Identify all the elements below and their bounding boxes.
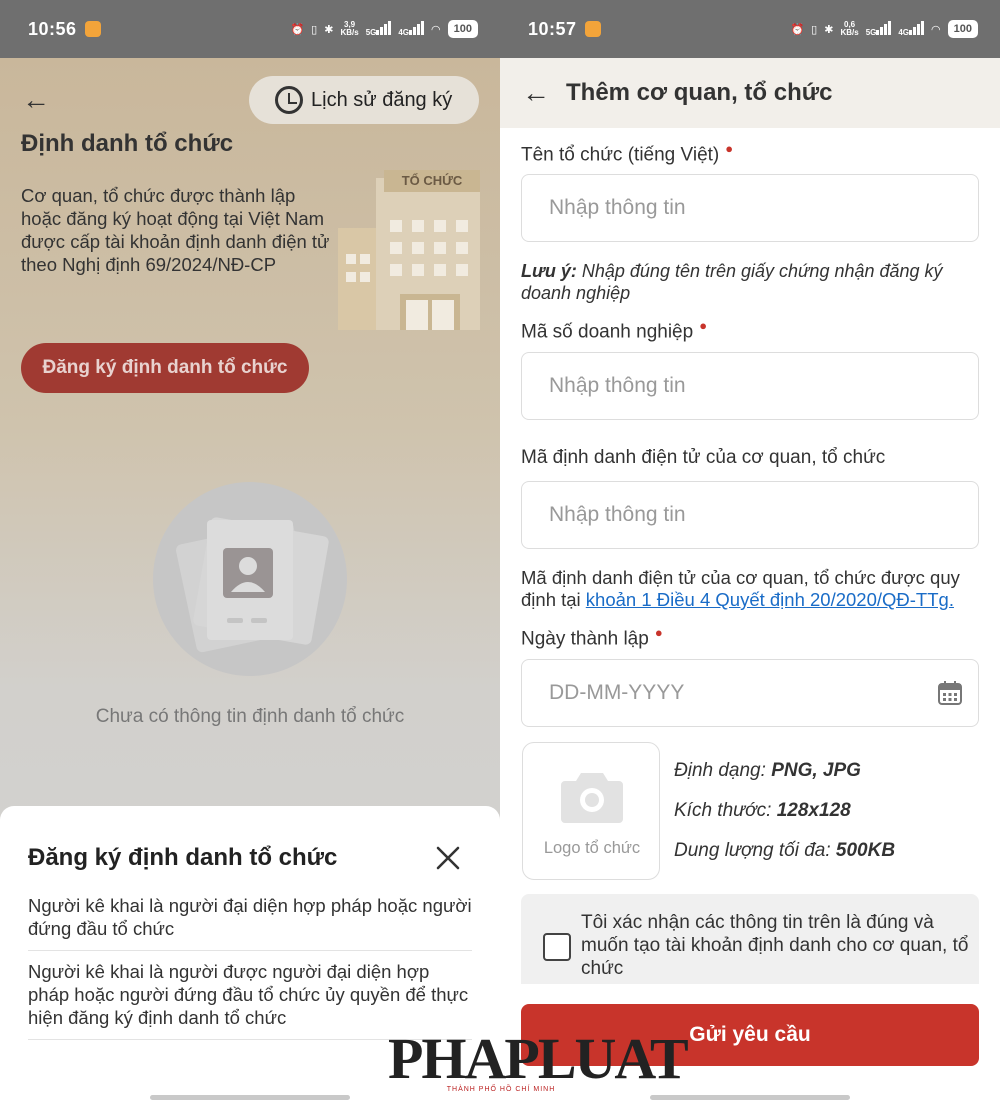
left-screen: 10:56 ⏰ ▯ ✱ 3,9 KB/s 5G 4G ◠ 100 ← Lịch s…	[0, 0, 500, 1111]
logo-upload-label: Logo tổ chức	[543, 839, 641, 857]
close-icon[interactable]	[434, 844, 462, 872]
app-notification-icon	[584, 21, 601, 37]
battery-icon: 100	[947, 20, 978, 38]
signal-5g-icon: 5G	[366, 20, 392, 38]
founded-date-label: Ngày thành lập ●	[521, 625, 663, 650]
business-code-label: Mã số doanh nghiệp ●	[521, 318, 708, 343]
app-notification-icon	[84, 21, 101, 37]
battery-icon: 100	[447, 20, 478, 38]
phapluat-watermark-logo: PHAPLUAT THÀNH PHỐ HỒ CHÍ MINH	[388, 1026, 689, 1100]
signal-4g-icon: 4G	[898, 20, 925, 38]
bluetooth-icon: ✱	[324, 23, 334, 36]
camera-icon	[561, 773, 623, 823]
confirm-box: Tôi xác nhận các thông tin trên là đúng …	[521, 894, 979, 984]
home-indicator[interactable]	[650, 1095, 850, 1100]
logo-size-spec: Kích thước: 128x128	[674, 800, 851, 821]
history-button-label: Lịch sử đăng ký	[311, 88, 453, 111]
wifi-icon: ◠	[431, 23, 441, 36]
alarm-icon: ⏰	[790, 23, 805, 36]
sheet-title: Đăng ký định danh tổ chức	[28, 844, 338, 871]
building-sign: TỔ CHỨC	[402, 173, 463, 188]
right-screen: 10:57 ⏰ ▯ ✱ 0,6 KB/s 5G 4G ◠ 100 ← Thêm c…	[500, 0, 1000, 1111]
status-time: 10:57	[528, 18, 577, 39]
vibrate-icon: ▯	[811, 23, 818, 36]
back-arrow-icon[interactable]: ←	[22, 84, 50, 116]
empty-state-text: Chưa có thông tin định danh tổ chức	[95, 706, 405, 727]
org-name-label: Tên tổ chức (tiếng Việt) ●	[521, 141, 734, 166]
wifi-icon: ◠	[931, 23, 941, 36]
net-speed: 0,6 KB/s	[840, 20, 859, 37]
eid-code-input[interactable]	[521, 481, 979, 549]
org-name-note: Lưu ý: Nhập đúng tên trên giấy chứng nhậ…	[521, 261, 943, 303]
id-card-icon	[175, 517, 329, 653]
required-marker: ●	[699, 318, 708, 333]
building-illustration: TỔ CHỨC	[338, 170, 480, 330]
logo-upload[interactable]: Logo tổ chức	[522, 742, 660, 880]
net-speed: 3,9 KB/s	[340, 20, 359, 37]
logo-format-spec: Định dạng: PNG, JPG	[674, 760, 861, 781]
founded-date-input[interactable]	[521, 659, 979, 727]
home-indicator[interactable]	[150, 1095, 350, 1100]
required-marker: ●	[654, 625, 663, 640]
empty-state-illustration	[153, 482, 347, 676]
vibrate-icon: ▯	[311, 23, 318, 36]
business-code-input[interactable]	[521, 352, 979, 420]
confirm-checkbox[interactable]	[543, 933, 571, 961]
org-name-input[interactable]	[521, 174, 979, 242]
watermark-text: PHAPLUAT	[388, 1026, 689, 1091]
sheet-option-representative[interactable]: Người kê khai là người đại diện hợp pháp…	[28, 894, 472, 951]
register-org-button[interactable]: Đăng ký định danh tổ chức	[21, 343, 309, 393]
eid-code-label: Mã định danh điện tử của cơ quan, tổ chứ…	[521, 447, 886, 468]
status-time: 10:56	[28, 18, 77, 39]
history-clock-icon	[275, 86, 303, 114]
calendar-icon[interactable]	[937, 680, 963, 706]
status-bar: 10:57 ⏰ ▯ ✱ 0,6 KB/s 5G 4G ◠ 100	[500, 0, 1000, 58]
signal-5g-icon: 5G	[866, 20, 892, 38]
page-title: Định danh tổ chức	[21, 130, 234, 157]
history-button[interactable]: Lịch sử đăng ký	[249, 76, 479, 124]
page-title: Thêm cơ quan, tổ chức	[566, 79, 833, 106]
alarm-icon: ⏰	[290, 23, 305, 36]
app-header: ← Thêm cơ quan, tổ chức	[500, 58, 1000, 128]
required-marker: ●	[725, 141, 734, 156]
eid-info-text: Mã định danh điện tử của cơ quan, tổ chứ…	[521, 567, 960, 610]
signal-4g-icon: 4G	[398, 20, 425, 38]
back-arrow-icon[interactable]: ←	[522, 77, 550, 109]
bluetooth-icon: ✱	[824, 23, 834, 36]
logo-capacity-spec: Dung lượng tối đa: 500KB	[674, 840, 896, 861]
status-bar: 10:56 ⏰ ▯ ✱ 3,9 KB/s 5G 4G ◠ 100	[0, 0, 500, 58]
page-description: Cơ quan, tổ chức được thành lập hoặc đăn…	[21, 185, 330, 275]
regulation-link[interactable]: khoản 1 Điều 4 Quyết định 20/2020/QĐ-TTg…	[586, 589, 954, 610]
confirm-text: Tôi xác nhận các thông tin trên là đúng …	[581, 912, 969, 979]
